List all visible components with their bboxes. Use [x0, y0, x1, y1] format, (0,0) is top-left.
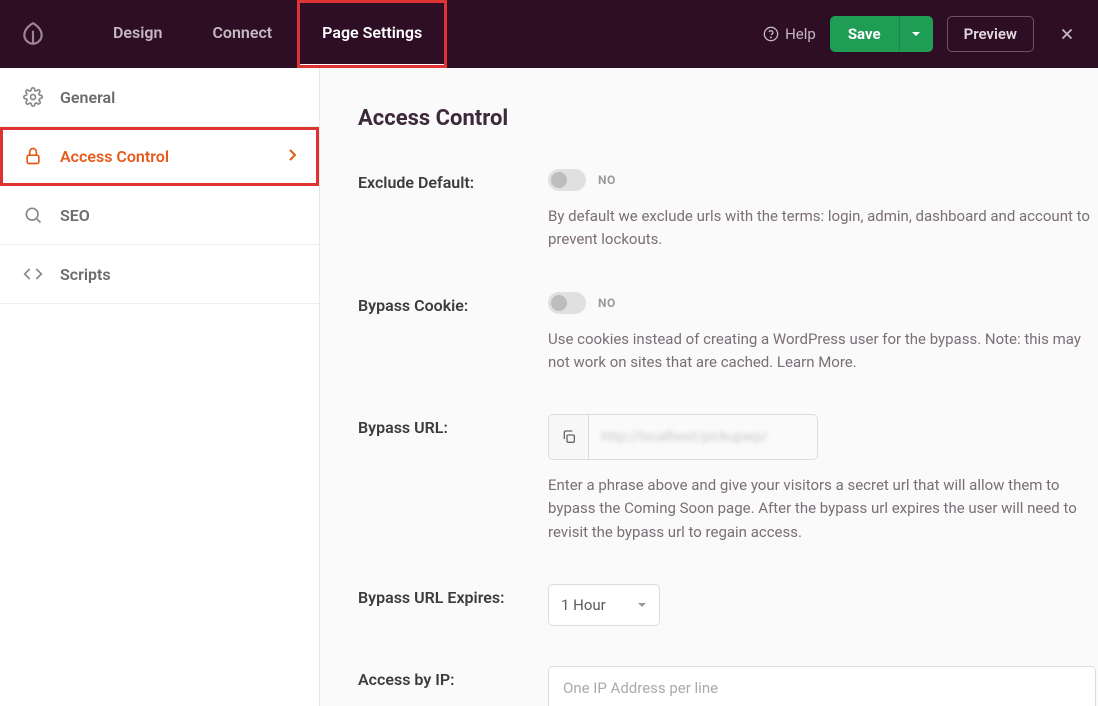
header-right: Help Save Preview — [763, 16, 1080, 52]
field-label: Bypass URL Expires: — [358, 584, 548, 626]
field-bypass-cookie: Bypass Cookie: NO Use cookies instead of… — [358, 292, 1098, 375]
gear-icon — [22, 86, 44, 108]
toggle-state: NO — [598, 173, 616, 187]
sidebar: General Access Control SEO Scripts — [0, 68, 320, 706]
field-label: Bypass URL: — [358, 414, 548, 544]
app-header: Design Connect Page Settings Help Save P… — [0, 0, 1098, 68]
content: Access Control Exclude Default: NO By de… — [320, 68, 1098, 706]
access-ip-textarea[interactable] — [548, 666, 1096, 706]
sidebar-item-scripts[interactable]: Scripts — [0, 245, 319, 304]
field-bypass-url: Bypass URL: http://localhost/pickupwp/ E… — [358, 414, 1098, 544]
help-text: Use cookies instead of creating a WordPr… — [548, 328, 1098, 375]
sidebar-item-label: General — [60, 88, 115, 107]
nav-design[interactable]: Design — [88, 0, 187, 68]
toggle-state: NO — [598, 296, 616, 310]
field-label: Bypass Cookie: — [358, 292, 548, 375]
exclude-default-toggle[interactable] — [548, 169, 586, 191]
caret-down-icon — [911, 29, 921, 39]
close-icon — [1058, 25, 1076, 43]
help-text: Enter a phrase above and give your visit… — [548, 474, 1098, 544]
body: General Access Control SEO Scripts Acces… — [0, 68, 1098, 706]
help-link[interactable]: Help — [763, 25, 816, 43]
field-bypass-expires: Bypass URL Expires: 1 Hour — [358, 584, 1098, 626]
bypass-expires-select[interactable]: 1 Hour — [548, 584, 660, 626]
chevron-right-icon — [287, 147, 297, 166]
top-nav: Design Connect Page Settings — [88, 0, 447, 68]
help-label: Help — [785, 25, 816, 43]
save-button[interactable]: Save — [830, 16, 899, 52]
field-label: Access by IP: — [358, 666, 548, 706]
bypass-cookie-toggle[interactable] — [548, 292, 586, 314]
sidebar-item-general[interactable]: General — [0, 68, 319, 127]
copy-icon — [561, 429, 577, 445]
save-dropdown[interactable] — [899, 16, 933, 52]
sidebar-item-label: SEO — [60, 206, 90, 225]
nav-page-settings[interactable]: Page Settings — [297, 0, 447, 68]
sidebar-item-label: Scripts — [60, 265, 111, 284]
field-label: Exclude Default: — [358, 169, 548, 252]
nav-connect[interactable]: Connect — [187, 0, 297, 68]
sidebar-item-access-control[interactable]: Access Control — [0, 127, 319, 186]
search-icon — [22, 204, 44, 226]
caret-down-icon — [637, 600, 647, 610]
help-text: By default we exclude urls with the term… — [548, 205, 1098, 252]
copy-button[interactable] — [549, 415, 589, 459]
code-icon — [22, 263, 44, 285]
page-title: Access Control — [358, 106, 1098, 131]
bypass-url-box: http://localhost/pickupwp/ — [548, 414, 818, 460]
sidebar-item-seo[interactable]: SEO — [0, 186, 319, 245]
select-value: 1 Hour — [561, 596, 606, 614]
sidebar-item-label: Access Control — [60, 147, 169, 166]
bypass-url-value: http://localhost/pickupwp/ — [589, 429, 817, 445]
save-button-group: Save — [830, 16, 933, 52]
logo — [18, 19, 48, 49]
preview-button[interactable]: Preview — [947, 16, 1034, 52]
field-access-ip: Access by IP: — [358, 666, 1098, 706]
close-button[interactable] — [1054, 21, 1080, 47]
field-exclude-default: Exclude Default: NO By default we exclud… — [358, 169, 1098, 252]
lock-icon — [22, 145, 44, 167]
help-icon — [763, 26, 779, 42]
